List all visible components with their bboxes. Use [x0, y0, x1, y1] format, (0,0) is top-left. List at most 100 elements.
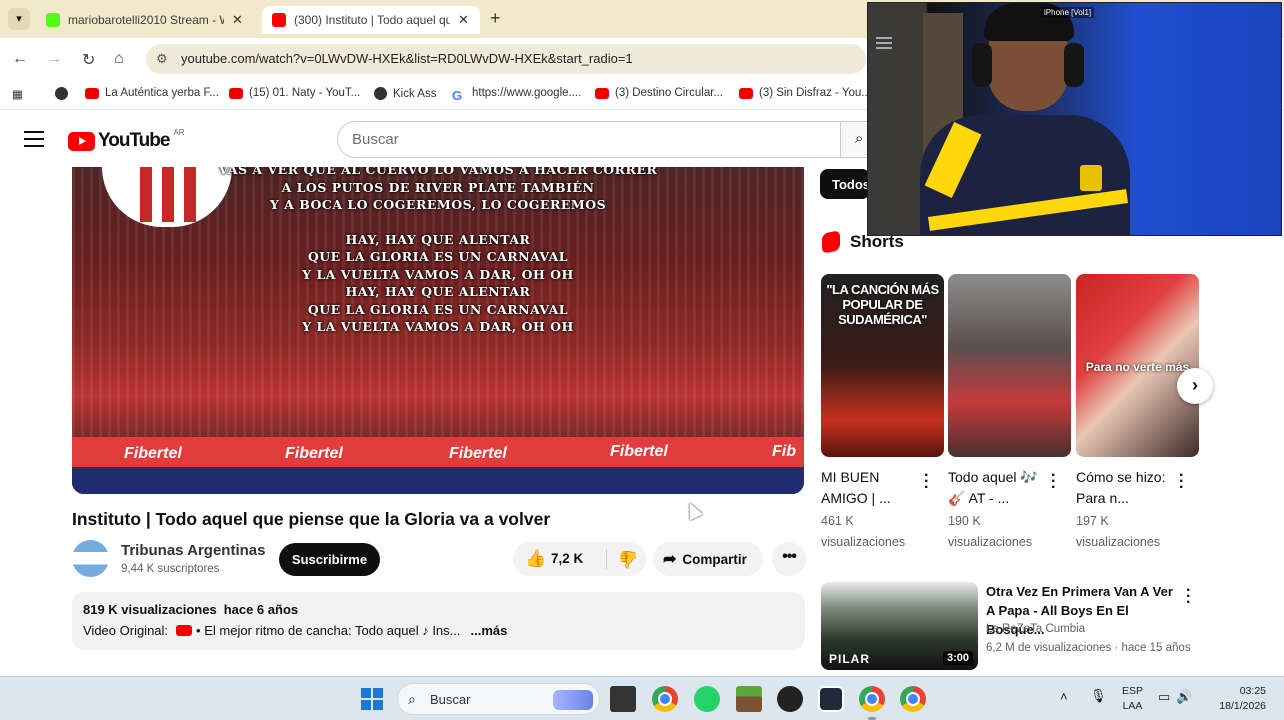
- description-text: Video Original: • El mejor ritmo de canc…: [83, 623, 508, 638]
- globe-icon[interactable]: [55, 87, 74, 100]
- taskbar-search[interactable]: ⌕ Buscar: [397, 683, 600, 715]
- kick-icon: [46, 13, 60, 27]
- bookmark-item[interactable]: (15) 01. Naty - YouT...: [229, 87, 360, 99]
- tab-search-button[interactable]: ▾: [8, 8, 30, 30]
- webcam-overlay: iPhone [Vol1]: [867, 2, 1282, 236]
- youtube-logo[interactable]: YouTube AR: [68, 128, 185, 152]
- description-link[interactable]: • El mejor ritmo de cancha: Todo aquel ♪…: [196, 623, 460, 638]
- search-icon: ⌕: [408, 691, 416, 707]
- network-volume-icons[interactable]: ▭🔊: [1158, 689, 1198, 705]
- google-icon: G: [452, 87, 463, 103]
- file-explorer-icon[interactable]: [610, 686, 636, 712]
- forward-arrow-icon[interactable]: →: [46, 50, 62, 68]
- headset-icon: [972, 43, 992, 87]
- chevron-right-icon[interactable]: ›: [1177, 368, 1213, 404]
- ad-board-text: Fibertel: [449, 445, 507, 462]
- video-title: Instituto | Todo aquel que piense que la…: [72, 509, 551, 529]
- obs-icon[interactable]: [818, 686, 844, 712]
- chrome-icon[interactable]: [859, 686, 885, 720]
- thumbnail-text: PILAR: [829, 652, 870, 666]
- bookmark-item[interactable]: (3) Sin Disfraz - You...: [739, 87, 871, 99]
- chrome-icon[interactable]: [900, 686, 926, 712]
- video-player[interactable]: Fibertel Fibertel Fibertel Fibertel Fib …: [72, 167, 804, 494]
- apps-grid-icon[interactable]: ▦: [12, 87, 23, 101]
- reload-icon[interactable]: ↻: [82, 50, 95, 70]
- home-icon[interactable]: ⌂: [114, 50, 124, 68]
- like-thumb-icon[interactable]: 👍: [525, 549, 546, 569]
- tab-title: mariobarotelli2010 Stream - W: [68, 13, 224, 27]
- youtube-icon: [595, 87, 609, 99]
- youtube-icon: [229, 87, 243, 99]
- channel-name[interactable]: Tribunas Argentinas: [121, 542, 265, 559]
- youtube-icon: [272, 13, 286, 27]
- subscribe-button[interactable]: Suscribirme: [279, 543, 380, 576]
- bookmark-item[interactable]: Kick Ass: [374, 87, 436, 100]
- view-count: 819 K visualizaciones: [83, 602, 217, 617]
- tab-kick-stream[interactable]: mariobarotelli2010 Stream - W ✕: [36, 6, 258, 34]
- short-thumbnail[interactable]: "LA CANCIÓN MÁS POPULAR DE SUDAMÉRICA": [821, 274, 944, 457]
- windows-start-icon[interactable]: [361, 688, 383, 710]
- filter-chip-all[interactable]: Todos: [820, 169, 870, 199]
- bookmark-item[interactable]: Ghttps://www.google....: [452, 87, 581, 103]
- chrome-icon[interactable]: [652, 686, 678, 712]
- bookmark-item[interactable]: La Auténtica yerba F...: [85, 87, 219, 99]
- youtube-icon: [176, 625, 193, 636]
- back-arrow-icon[interactable]: ←: [12, 50, 28, 68]
- address-bar[interactable]: ⚙ youtube.com/watch?v=0LWvDW-HXEk&list=R…: [146, 44, 866, 74]
- short-title[interactable]: MI BUEN AMIGO | ...: [821, 467, 926, 509]
- like-dislike-group: 👍 7,2 K 👍: [513, 542, 646, 576]
- more-vert-icon[interactable]: · · ·: [924, 468, 929, 496]
- channel-avatar[interactable]: [72, 540, 109, 577]
- clock[interactable]: 03:25 18/1/2026: [1208, 684, 1266, 714]
- dislike-thumb-icon[interactable]: 👍: [618, 549, 639, 569]
- short-thumbnail[interactable]: Para no verte más: [1076, 274, 1199, 457]
- tab-youtube-video[interactable]: (300) Instituto | Todo aquel que ✕: [262, 6, 480, 34]
- upload-age: hace 6 años: [223, 602, 299, 617]
- microphone-icon[interactable]: 🎙: [1090, 688, 1107, 704]
- short-views: 461 K visualizaciones: [821, 514, 906, 549]
- youtube-play-icon: [68, 131, 95, 151]
- ad-board: [72, 467, 804, 494]
- language-indicator[interactable]: ESP LAA: [1122, 684, 1143, 714]
- windows-taskbar: ⌕ Buscar ˄ 🎙 ESP LAA ▭🔊 03:25 18/1/2026: [0, 676, 1284, 720]
- short-overlay-text: Para no verte más: [1085, 360, 1190, 374]
- recommended-thumbnail[interactable]: PILAR 3:00: [821, 582, 978, 670]
- recommended-channel[interactable]: La ReZeTa Cumbia: [986, 623, 1085, 635]
- hamburger-menu-icon[interactable]: [24, 131, 44, 152]
- short-title[interactable]: Cómo se hizo: Para n...: [1076, 467, 1181, 509]
- new-tab-button[interactable]: +: [490, 8, 501, 29]
- short-thumbnail[interactable]: [948, 274, 1071, 457]
- share-button[interactable]: ➦ Compartir: [653, 542, 763, 576]
- minecraft-icon[interactable]: [736, 686, 762, 712]
- more-vert-icon[interactable]: · · ·: [1186, 583, 1191, 611]
- shorts-icon: [822, 230, 840, 254]
- show-more-link[interactable]: ...más: [471, 623, 508, 638]
- chevron-up-icon[interactable]: ˄: [1060, 689, 1068, 704]
- more-vert-icon[interactable]: · · ·: [1051, 468, 1056, 496]
- close-icon[interactable]: ✕: [232, 12, 243, 28]
- ad-board-text: Fibertel: [285, 445, 343, 462]
- short-views: 197 K visualizaciones: [1076, 514, 1161, 549]
- url-text: youtube.com/watch?v=0LWvDW-HXEk&list=RD0…: [181, 51, 633, 66]
- short-overlay-text: "LA CANCIÓN MÁS POPULAR DE SUDAMÉRICA": [826, 282, 939, 327]
- duration-badge: 3:00: [942, 651, 973, 665]
- like-count[interactable]: 7,2 K: [551, 551, 583, 566]
- whatsapp-icon[interactable]: [694, 686, 720, 712]
- bookmark-item[interactable]: (3) Destino Circular...: [595, 87, 723, 99]
- share-arrow-icon: ➦: [663, 551, 677, 568]
- globe-icon: [374, 87, 387, 100]
- more-vert-icon[interactable]: · · ·: [1179, 468, 1184, 496]
- description-box[interactable]: 819 K visualizaciones hace 6 años Video O…: [72, 592, 805, 650]
- app-icon[interactable]: [777, 686, 803, 712]
- site-info-icon[interactable]: ⚙: [156, 51, 168, 67]
- mouse-cursor: [683, 499, 703, 521]
- search-icon: ⌕: [855, 130, 864, 147]
- tab-title: (300) Instituto | Todo aquel que: [294, 13, 450, 27]
- more-actions-button[interactable]: •••: [772, 542, 806, 576]
- subscriber-count: 9,44 K suscriptores: [121, 563, 220, 575]
- search-highlight-art: [553, 690, 593, 710]
- close-icon[interactable]: ✕: [458, 12, 469, 28]
- camera-label: iPhone [Vol1]: [1041, 7, 1095, 18]
- search-input[interactable]: Buscar: [337, 121, 841, 158]
- short-title[interactable]: Todo aquel 🎶 🎸 AT - ...: [948, 467, 1053, 509]
